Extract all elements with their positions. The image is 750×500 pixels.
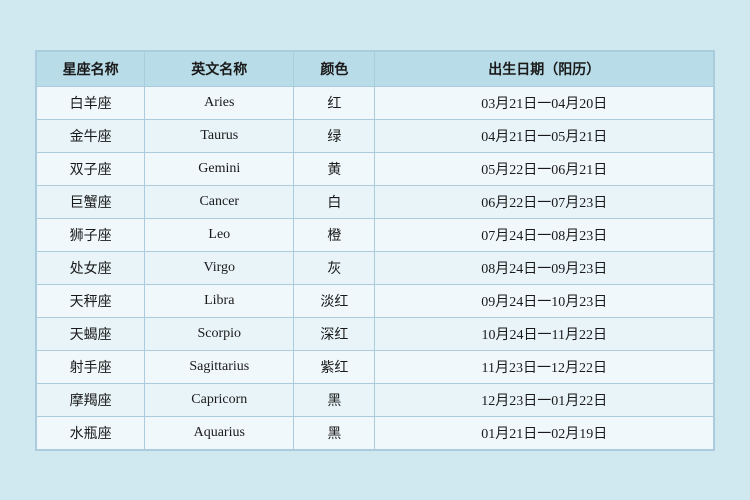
cell-date: 08月24日一09月23日 <box>375 251 714 284</box>
cell-color: 紫红 <box>294 350 375 383</box>
cell-english: Capricorn <box>145 383 294 416</box>
cell-english: Aquarius <box>145 416 294 449</box>
cell-english: Scorpio <box>145 317 294 350</box>
cell-date: 07月24日一08月23日 <box>375 218 714 251</box>
table-row: 天蝎座Scorpio深红10月24日一11月22日 <box>37 317 714 350</box>
cell-english: Sagittarius <box>145 350 294 383</box>
cell-color: 淡红 <box>294 284 375 317</box>
cell-date: 04月21日一05月21日 <box>375 119 714 152</box>
cell-date: 10月24日一11月22日 <box>375 317 714 350</box>
table-row: 射手座Sagittarius紫红11月23日一12月22日 <box>37 350 714 383</box>
cell-chinese: 双子座 <box>37 152 145 185</box>
table-row: 狮子座Leo橙07月24日一08月23日 <box>37 218 714 251</box>
cell-chinese: 天秤座 <box>37 284 145 317</box>
cell-color: 绿 <box>294 119 375 152</box>
cell-chinese: 水瓶座 <box>37 416 145 449</box>
cell-chinese: 白羊座 <box>37 86 145 119</box>
table-row: 处女座Virgo灰08月24日一09月23日 <box>37 251 714 284</box>
cell-color: 深红 <box>294 317 375 350</box>
table-row: 巨蟹座Cancer白06月22日一07月23日 <box>37 185 714 218</box>
table-header-row: 星座名称 英文名称 颜色 出生日期（阳历） <box>37 51 714 86</box>
cell-date: 06月22日一07月23日 <box>375 185 714 218</box>
cell-date: 03月21日一04月20日 <box>375 86 714 119</box>
table-row: 摩羯座Capricorn黑12月23日一01月22日 <box>37 383 714 416</box>
zodiac-table-container: 星座名称 英文名称 颜色 出生日期（阳历） 白羊座Aries红03月21日一04… <box>35 50 715 451</box>
cell-color: 黄 <box>294 152 375 185</box>
cell-english: Taurus <box>145 119 294 152</box>
cell-english: Aries <box>145 86 294 119</box>
cell-color: 红 <box>294 86 375 119</box>
header-chinese: 星座名称 <box>37 51 145 86</box>
cell-chinese: 金牛座 <box>37 119 145 152</box>
cell-chinese: 天蝎座 <box>37 317 145 350</box>
header-date: 出生日期（阳历） <box>375 51 714 86</box>
table-row: 天秤座Libra淡红09月24日一10月23日 <box>37 284 714 317</box>
zodiac-table: 星座名称 英文名称 颜色 出生日期（阳历） 白羊座Aries红03月21日一04… <box>36 51 714 450</box>
header-color: 颜色 <box>294 51 375 86</box>
cell-english: Gemini <box>145 152 294 185</box>
cell-chinese: 处女座 <box>37 251 145 284</box>
table-row: 金牛座Taurus绿04月21日一05月21日 <box>37 119 714 152</box>
cell-english: Libra <box>145 284 294 317</box>
cell-color: 黑 <box>294 383 375 416</box>
cell-color: 灰 <box>294 251 375 284</box>
cell-date: 11月23日一12月22日 <box>375 350 714 383</box>
cell-chinese: 狮子座 <box>37 218 145 251</box>
table-row: 双子座Gemini黄05月22日一06月21日 <box>37 152 714 185</box>
cell-english: Cancer <box>145 185 294 218</box>
cell-date: 12月23日一01月22日 <box>375 383 714 416</box>
cell-date: 05月22日一06月21日 <box>375 152 714 185</box>
cell-color: 橙 <box>294 218 375 251</box>
cell-date: 09月24日一10月23日 <box>375 284 714 317</box>
cell-color: 黑 <box>294 416 375 449</box>
cell-date: 01月21日一02月19日 <box>375 416 714 449</box>
cell-chinese: 摩羯座 <box>37 383 145 416</box>
cell-chinese: 巨蟹座 <box>37 185 145 218</box>
cell-color: 白 <box>294 185 375 218</box>
cell-chinese: 射手座 <box>37 350 145 383</box>
table-row: 白羊座Aries红03月21日一04月20日 <box>37 86 714 119</box>
cell-english: Virgo <box>145 251 294 284</box>
header-english: 英文名称 <box>145 51 294 86</box>
cell-english: Leo <box>145 218 294 251</box>
table-row: 水瓶座Aquarius黑01月21日一02月19日 <box>37 416 714 449</box>
